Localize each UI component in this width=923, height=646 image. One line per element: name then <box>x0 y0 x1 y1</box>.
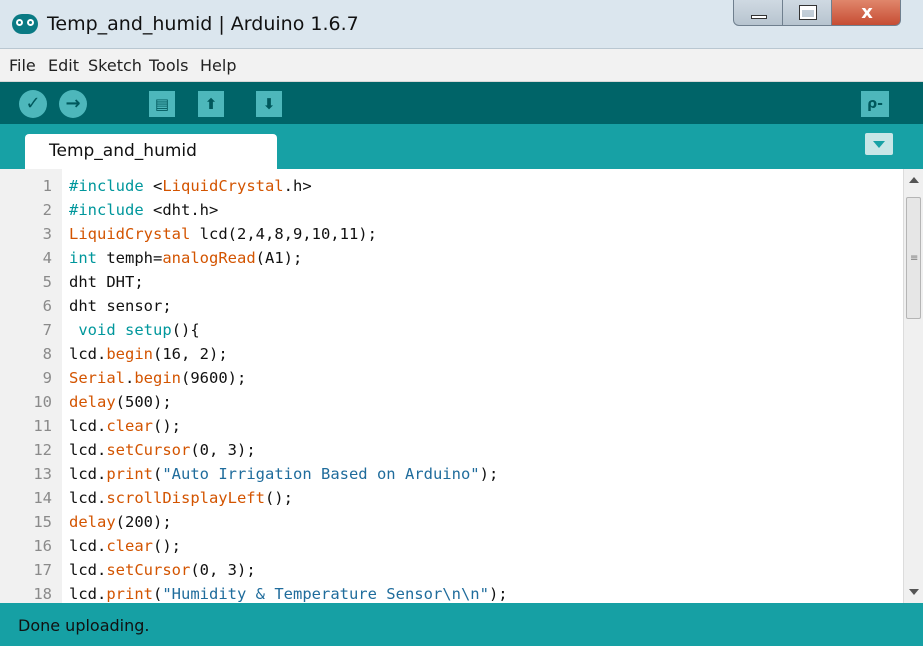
maximize-icon <box>799 5 817 20</box>
code-text: delay(500); <box>69 393 172 411</box>
window-title: Temp_and_humid | Arduino 1.6.7 <box>47 13 359 35</box>
code-editor[interactable]: 1 #include <LiquidCrystal.h> 2 #include <dh… <box>0 169 903 603</box>
menu-bar: File Edit Sketch Tools Help <box>0 49 923 82</box>
line-number: 15 <box>33 513 52 531</box>
code-text: lcd.print("Humidity & Temperature Sensor… <box>69 585 508 603</box>
code-line[interactable]: 10 delay(500); <box>0 390 903 414</box>
line-number: 4 <box>42 249 52 267</box>
maximize-button[interactable] <box>782 0 832 26</box>
scroll-down-icon[interactable] <box>909 589 919 595</box>
code-line[interactable]: 1 #include <LiquidCrystal.h> <box>0 174 903 198</box>
line-number: 16 <box>33 537 52 555</box>
menu-tools[interactable]: Tools <box>149 56 188 75</box>
code-text: dht sensor; <box>69 297 172 315</box>
code-line[interactable]: 4 int temph=analogRead(A1); <box>0 246 903 270</box>
arrow-up-icon: ⬆ <box>204 95 218 113</box>
line-number: 7 <box>42 321 52 339</box>
scroll-up-icon[interactable] <box>909 177 919 183</box>
line-number: 9 <box>42 369 52 387</box>
tab-label: Temp_and_humid <box>49 141 197 161</box>
upload-button[interactable]: → <box>59 90 87 118</box>
tab-temp-and-humid[interactable]: Temp_and_humid <box>25 134 277 169</box>
code-line[interactable]: 5 dht DHT; <box>0 270 903 294</box>
line-number: 8 <box>42 345 52 363</box>
arduino-logo-icon <box>12 14 38 34</box>
code-text: dht DHT; <box>69 273 144 291</box>
new-sketch-button[interactable]: ▤ <box>149 91 175 117</box>
code-line[interactable]: 3 LiquidCrystal lcd(2,4,8,9,10,11); <box>0 222 903 246</box>
code-line[interactable]: 11 lcd.clear(); <box>0 414 903 438</box>
checkmark-icon: ✓ <box>25 93 41 114</box>
new-file-icon: ▤ <box>154 95 170 113</box>
grip-icon: ≡ <box>910 253 919 264</box>
code-text: void setup(){ <box>78 321 200 339</box>
line-number: 3 <box>42 225 52 243</box>
code-text: lcd.scrollDisplayLeft(); <box>69 489 293 507</box>
vertical-scrollbar[interactable]: ≡ <box>903 169 923 603</box>
close-icon: x <box>861 2 873 23</box>
code-text: Serial.begin(9600); <box>69 369 247 387</box>
save-sketch-button[interactable]: ⬇ <box>256 91 282 117</box>
open-sketch-button[interactable]: ⬆ <box>198 91 224 117</box>
line-number: 6 <box>42 297 52 315</box>
code-text: lcd.setCursor(0, 3); <box>69 561 256 579</box>
serial-monitor-icon: ρ- <box>867 96 883 112</box>
code-text: lcd.setCursor(0, 3); <box>69 441 256 459</box>
code-line[interactable]: 16 lcd.clear(); <box>0 534 903 558</box>
tab-menu-icon[interactable] <box>865 133 893 155</box>
status-message: Done uploading. <box>18 616 150 635</box>
code-text: lcd.clear(); <box>69 537 181 555</box>
line-number: 14 <box>33 489 52 507</box>
menu-sketch[interactable]: Sketch <box>88 56 142 75</box>
minimize-button[interactable] <box>733 0 783 26</box>
line-number: 10 <box>33 393 52 411</box>
line-number: 18 <box>33 585 52 603</box>
code-text: #include <dht.h> <box>69 201 219 219</box>
code-line[interactable]: 15 delay(200); <box>0 510 903 534</box>
code-line[interactable]: 13 lcd.print("Auto Irrigation Based on Ar… <box>0 462 903 486</box>
code-line[interactable]: 6 dht sensor; <box>0 294 903 318</box>
code-line[interactable]: 12 lcd.setCursor(0, 3); <box>0 438 903 462</box>
title-bar: Temp_and_humid | Arduino 1.6.7 x <box>0 0 923 49</box>
verify-button[interactable]: ✓ <box>19 90 47 118</box>
line-number: 1 <box>42 177 52 195</box>
line-number: 11 <box>33 417 52 435</box>
arrow-down-icon: ⬇ <box>262 95 276 113</box>
code-line[interactable]: 17 lcd.setCursor(0, 3); <box>0 558 903 582</box>
line-number: 2 <box>42 201 52 219</box>
menu-help[interactable]: Help <box>200 56 236 75</box>
code-text: LiquidCrystal lcd(2,4,8,9,10,11); <box>69 225 377 243</box>
code-line[interactable]: 18 lcd.print("Humidity & Temperature Sens… <box>0 582 903 603</box>
code-line[interactable]: 8 lcd.begin(16, 2); <box>0 342 903 366</box>
status-bar: Done uploading. <box>0 603 923 646</box>
code-text: lcd.clear(); <box>69 417 181 435</box>
minimize-icon <box>751 15 767 19</box>
serial-monitor-button[interactable]: ρ- <box>861 91 889 117</box>
close-button[interactable]: x <box>831 0 901 26</box>
code-text: #include <LiquidCrystal.h> <box>69 177 312 195</box>
code-line[interactable]: 2 #include <dht.h> <box>0 198 903 222</box>
tab-bar: Temp_and_humid <box>0 124 923 169</box>
scroll-thumb[interactable]: ≡ <box>906 197 921 319</box>
arrow-right-icon: → <box>65 93 81 114</box>
line-number: 5 <box>42 273 52 291</box>
code-text: int temph=analogRead(A1); <box>69 249 303 267</box>
menu-edit[interactable]: Edit <box>48 56 79 75</box>
line-number: 13 <box>33 465 52 483</box>
code-text: lcd.print("Auto Irrigation Based on Ardu… <box>69 465 499 483</box>
code-text: delay(200); <box>69 513 172 531</box>
code-line[interactable]: 7 void setup(){ <box>0 318 903 342</box>
menu-file[interactable]: File <box>9 56 36 75</box>
line-number: 12 <box>33 441 52 459</box>
toolbar: ✓ → ▤ ⬆ ⬇ ρ- <box>0 82 923 124</box>
code-text: lcd.begin(16, 2); <box>69 345 228 363</box>
code-line[interactable]: 9 Serial.begin(9600); <box>0 366 903 390</box>
code-line[interactable]: 14 lcd.scrollDisplayLeft(); <box>0 486 903 510</box>
line-number: 17 <box>33 561 52 579</box>
